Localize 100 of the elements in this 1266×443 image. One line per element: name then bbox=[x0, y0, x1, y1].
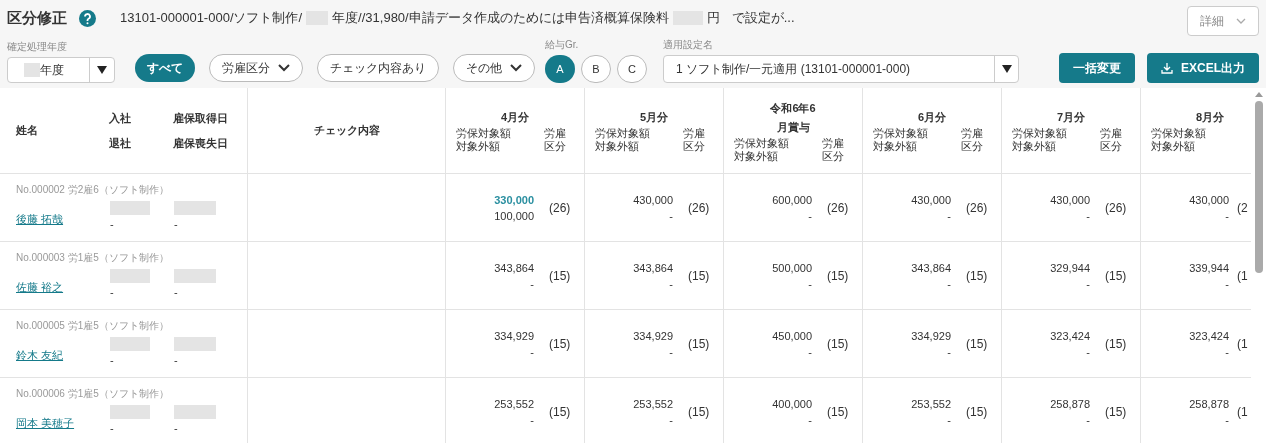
employee-number: No.000005 労1雇5（ソフト制作） bbox=[16, 319, 170, 334]
employee-name-link[interactable]: 後藤 拓哉 bbox=[16, 201, 110, 233]
scrollbar-thumb[interactable] bbox=[1254, 101, 1263, 273]
redacted-block bbox=[110, 201, 150, 216]
class-text: (15) bbox=[688, 403, 710, 421]
detail-dropdown[interactable]: 詳細 bbox=[1187, 6, 1259, 36]
date-text: - bbox=[174, 285, 179, 301]
amount-text: 343,864 bbox=[494, 260, 534, 276]
filter-button[interactable]: すべて bbox=[135, 54, 195, 82]
class-text: (15) bbox=[966, 267, 988, 285]
help-icon[interactable] bbox=[79, 9, 96, 27]
dropdown-arrow-icon bbox=[1001, 65, 1012, 73]
filter-button[interactable]: 労雇区分 bbox=[209, 54, 303, 82]
excluded-amount-text: - bbox=[808, 276, 812, 292]
field-label: 適用設定名 bbox=[663, 38, 714, 52]
scroll-up-icon[interactable] bbox=[1254, 92, 1263, 97]
amount-text: 600,000 bbox=[772, 192, 812, 208]
amount-text: 343,864 bbox=[911, 260, 951, 276]
column-header: 労保対象額 bbox=[1151, 127, 1207, 140]
amount-text: 343,864 bbox=[633, 260, 673, 276]
dropdown-arrow-icon bbox=[97, 66, 107, 74]
group-option[interactable]: B bbox=[581, 55, 611, 83]
redacted-block bbox=[174, 337, 216, 352]
redacted-block bbox=[110, 269, 150, 284]
excluded-amount-text: - bbox=[530, 412, 534, 428]
column-header: 労雇区分 bbox=[961, 127, 984, 153]
class-text: (15) bbox=[688, 335, 710, 353]
amount-text: 430,000 bbox=[1050, 192, 1090, 208]
excluded-amount-text: - bbox=[1086, 276, 1090, 292]
employee-name-link[interactable]: 岡本 美穂子 bbox=[16, 405, 110, 437]
employee-number: No.000002 労2雇6（ソフト制作） bbox=[16, 183, 170, 198]
date-text: - bbox=[110, 421, 115, 437]
amount-text: 323,424 bbox=[1189, 328, 1229, 344]
excluded-amount-text: 100,000 bbox=[494, 208, 534, 224]
class-text: (26) bbox=[1105, 199, 1127, 217]
amount-text: 334,929 bbox=[633, 328, 673, 344]
amount-text: 253,552 bbox=[911, 396, 951, 412]
date-text: - bbox=[110, 353, 115, 369]
amount-text: 430,000 bbox=[911, 192, 951, 208]
excluded-amount-text: - bbox=[669, 276, 673, 292]
redacted-block bbox=[174, 269, 216, 284]
setting-value: 1 ソフト制作/一元適用 (13101-000001-000) bbox=[675, 61, 912, 78]
class-text: (15) bbox=[827, 267, 849, 285]
column-header: 入社 bbox=[109, 111, 132, 126]
excluded-amount-text: - bbox=[947, 412, 951, 428]
chevron-down-icon bbox=[1236, 18, 1246, 24]
excluded-amount-text: - bbox=[530, 344, 534, 360]
excluded-amount-text: - bbox=[808, 344, 812, 360]
redacted-block bbox=[24, 63, 40, 77]
column-header: 労保対象額 bbox=[734, 136, 790, 150]
amount-text: 400,000 bbox=[772, 396, 812, 412]
class-text: (1 bbox=[1237, 335, 1248, 353]
date-text: - bbox=[174, 217, 179, 233]
period-title: 8月分 bbox=[1195, 110, 1225, 125]
redacted-block bbox=[110, 337, 150, 352]
summary-text: 円 bbox=[706, 9, 720, 28]
period-title: 5月分 bbox=[639, 110, 669, 125]
period-title: 6月分 bbox=[917, 110, 947, 125]
class-text: (26) bbox=[688, 199, 710, 217]
group-option[interactable]: C bbox=[617, 55, 647, 83]
column-header: 雇保喪失日 bbox=[173, 135, 228, 151]
period-title: 4月分 bbox=[500, 110, 530, 125]
chevron-down-icon bbox=[278, 64, 290, 72]
class-text: (15) bbox=[827, 403, 849, 421]
class-text: (26) bbox=[966, 199, 988, 217]
amount-text: 339,944 bbox=[1189, 260, 1229, 276]
amount-text: 334,929 bbox=[911, 328, 951, 344]
amount-text: 253,552 bbox=[633, 396, 673, 412]
date-text: - bbox=[174, 353, 179, 369]
column-header: 対象外額 bbox=[595, 140, 640, 153]
amount-text: 323,424 bbox=[1050, 328, 1090, 344]
download-icon bbox=[1161, 62, 1173, 74]
summary-text: 13101-000001-000/ソフト制作/ bbox=[120, 9, 303, 28]
action-button[interactable]: 一括変更 bbox=[1059, 53, 1135, 83]
amount-text: 450,000 bbox=[772, 328, 812, 344]
class-text: (15) bbox=[688, 267, 710, 285]
employee-name-link[interactable]: 鈴木 友紀 bbox=[16, 337, 110, 369]
amount-text: 258,878 bbox=[1189, 396, 1229, 412]
employee-name-link[interactable]: 佐藤 裕之 bbox=[16, 269, 110, 301]
column-header: 労保対象額 bbox=[595, 127, 651, 140]
filter-button[interactable]: チェック内容あり bbox=[317, 54, 439, 82]
amount-text: 253,552 bbox=[494, 396, 534, 412]
excluded-amount-text: - bbox=[808, 412, 812, 428]
excluded-amount-text: - bbox=[1086, 208, 1090, 224]
column-header: 労保対象額 bbox=[456, 127, 512, 140]
column-header: 対象外額 bbox=[873, 140, 918, 153]
class-text: (15) bbox=[966, 335, 988, 353]
excluded-amount-text: - bbox=[808, 208, 812, 224]
class-text: (15) bbox=[827, 335, 849, 353]
column-header: 労雇区分 bbox=[822, 136, 845, 163]
filter-button[interactable]: その他 bbox=[453, 54, 535, 82]
class-text: (15) bbox=[1105, 267, 1127, 285]
setting-select[interactable]: 1 ソフト制作/一元適用 (13101-000001-000) bbox=[663, 55, 1019, 83]
year-select[interactable]: 年度 bbox=[7, 57, 115, 83]
action-button[interactable]: EXCEL出力 bbox=[1147, 53, 1259, 83]
column-header: 退社 bbox=[109, 135, 132, 151]
group-option[interactable]: A bbox=[545, 55, 575, 83]
amount-text: 330,000 bbox=[494, 192, 534, 208]
class-text: (15) bbox=[1105, 403, 1127, 421]
column-header: 対象外額 bbox=[1151, 140, 1196, 153]
